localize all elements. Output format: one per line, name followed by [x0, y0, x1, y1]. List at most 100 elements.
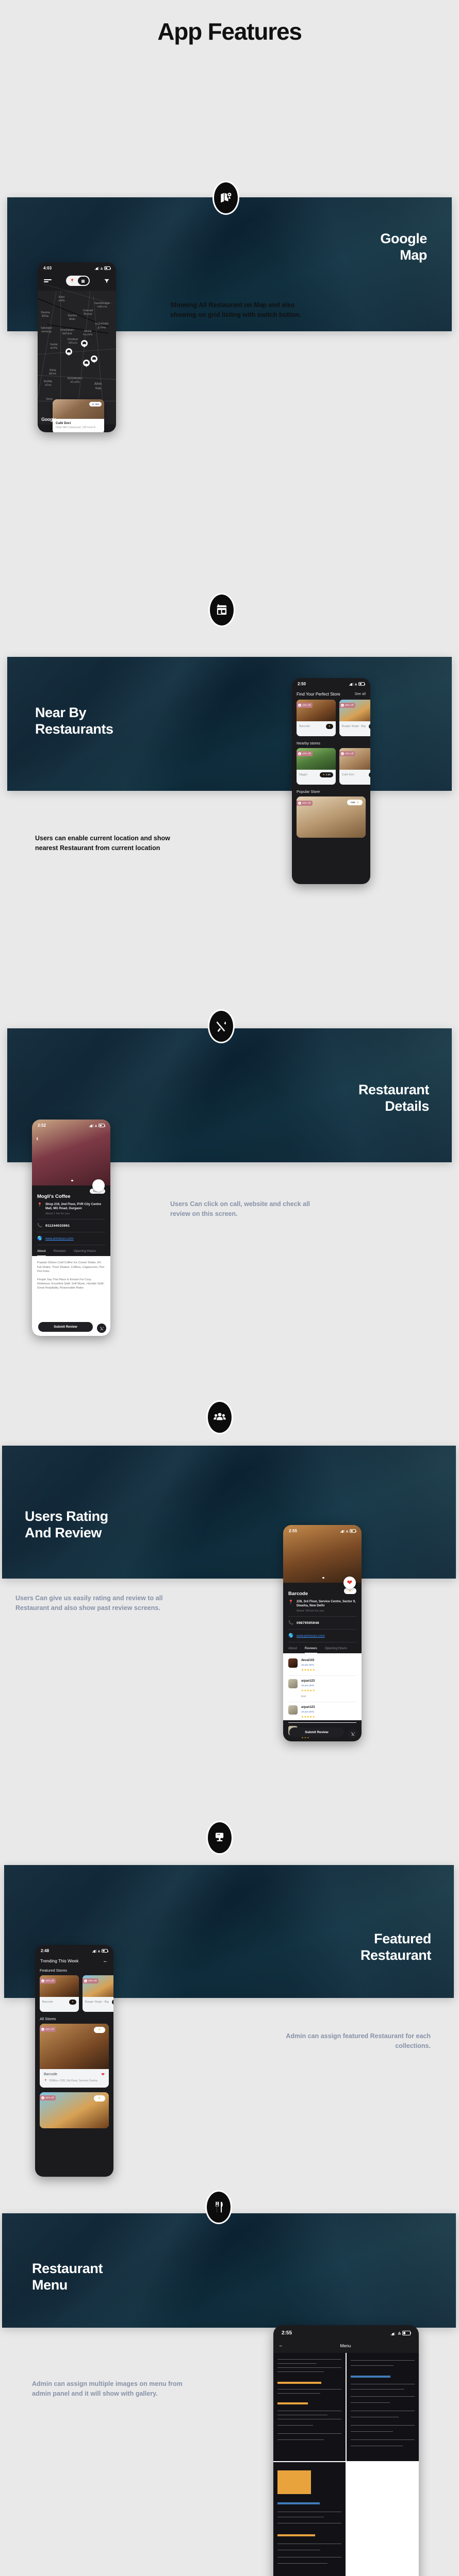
restaurant-card[interactable]: %10% off Barcode ★	[40, 1975, 79, 2012]
carousel-dot	[322, 1577, 324, 1579]
status-time: 2:55	[289, 1529, 297, 1533]
menu-image-tile[interactable]	[273, 2353, 346, 2461]
phone-number[interactable]: 09879595948	[297, 1621, 319, 1625]
status-time: 2:48	[41, 1948, 49, 1953]
menu-icon[interactable]	[44, 279, 52, 282]
map-marker[interactable]	[83, 360, 90, 369]
phone-icon[interactable]: 📞	[288, 1620, 293, 1625]
globe-icon[interactable]: 🌎	[288, 1633, 293, 1638]
featured-cards-row: %10% off Barcode ★ %30% off Burger Singh…	[40, 1975, 109, 2012]
review-date: 19 Jan 1970,	[301, 1710, 315, 1714]
tab-about[interactable]: About	[288, 1647, 297, 1653]
phone-number[interactable]: 911244033961	[45, 1224, 70, 1228]
restaurant-card[interactable]: %30% off Burger Singh - Big ★	[339, 700, 370, 736]
rating-badge: ★2.50	[320, 772, 333, 777]
restaurant-photo: %10% off	[297, 700, 336, 721]
popular-cards-row: %40% off nan★	[297, 796, 366, 838]
restaurant-list-card[interactable]: %30% off ★	[40, 2092, 109, 2128]
tab-reviews[interactable]: Reviews	[54, 1249, 66, 1256]
card-footer: Barcode ❤ 📍760Km • 228, 3rd Floor, Servi…	[40, 2069, 109, 2088]
menu-image-tile[interactable]	[273, 2462, 346, 2576]
review-user: arpan123	[301, 1679, 315, 1684]
website-link[interactable]: www.primocys.com/	[297, 1634, 325, 1638]
restaurant-card[interactable]: %10% off Diggin ★2.50	[297, 748, 336, 785]
map-label: Gandhinagarગાંધીનગર	[94, 302, 110, 309]
favorite-icon[interactable]: ♡	[92, 1179, 105, 1192]
restaurant-card[interactable]: %10% off Barcode ★	[297, 700, 336, 736]
filter-icon[interactable]	[104, 278, 110, 284]
map-label: Sabaspurસાબસપુર	[41, 327, 52, 333]
website-link[interactable]: www.primocys.com/	[45, 1237, 74, 1241]
toggle-list-view[interactable]: ▦	[78, 277, 89, 285]
restaurant-name: Café Dori	[56, 421, 101, 425]
tab-opening-hours[interactable]: Opening Hours	[325, 1647, 347, 1653]
submit-review-button[interactable]: Submit Review	[38, 1322, 93, 1332]
section-heading-nearby: Nearby stores	[297, 741, 366, 745]
divider	[288, 1629, 356, 1630]
feature-title-users-rating: Users Rating And Review	[25, 1509, 231, 1541]
map-marker[interactable]	[81, 340, 88, 349]
map-marker[interactable]	[91, 355, 97, 365]
menu-image-tile[interactable]	[347, 2353, 419, 2461]
feature-title-near-by: Near By Restaurants	[35, 705, 210, 738]
tab-reviews[interactable]: Reviews	[305, 1647, 317, 1653]
offer-badge: %30% off	[339, 703, 355, 708]
map-restaurant-card[interactable]: ★nan Café Dori Dhan Mill Compound, 100 F…	[53, 399, 104, 432]
feature-title-restaurant-details: Restaurant Details	[254, 1082, 429, 1115]
restaurant-name: Burger Singh - Big	[85, 2001, 109, 2004]
featured-screen: Featured Stores %10% off Barcode ★ %30% …	[35, 1968, 113, 2128]
about-paragraph: People Say This Place Is Known For Cosy …	[37, 1278, 105, 1291]
map-canvas[interactable]: Kalolકલોલ Sherisaશેરીસા Sherthaશેરથા Uva…	[38, 291, 116, 425]
restaurant-list-card[interactable]: %10% off ★ Barcode ❤ 📍760Km • 228, 3rd F…	[40, 2024, 109, 2088]
back-arrow-icon[interactable]: ←	[278, 2343, 284, 2348]
battery-icon	[104, 266, 110, 270]
map-label: Shela	[46, 398, 53, 401]
google-logo: Google	[41, 417, 56, 422]
map-marker[interactable]	[65, 348, 72, 358]
website-row[interactable]: 🌎 www.primocys.com/	[37, 1236, 105, 1241]
phone-mockup-users-rating: 2:55 ▵ ❤ Barcode ★ 📍 228, 3rd Floor, Ser…	[283, 1525, 362, 1741]
status-icons: ▵	[92, 1949, 108, 1953]
phone-row[interactable]: 📞 911244033961	[37, 1223, 105, 1228]
fork-spoon-fab-icon[interactable]	[97, 1324, 106, 1333]
details-body: Mogli's Coffee 3.25★ 📍 Shop 219, 2nd Flo…	[32, 1185, 110, 1256]
fork-knife-icon	[205, 2190, 232, 2224]
avatar	[288, 1679, 298, 1688]
tab-about[interactable]: About	[37, 1249, 46, 1256]
rating-badge: ★	[69, 1999, 76, 2005]
map-label: Adalajઅડાલજ	[83, 330, 92, 336]
restaurant-card[interactable]: %40% off Café Dori ★	[339, 748, 370, 785]
restaurant-address: Shop 219, 2nd Floor, PVR City Centre Mal…	[45, 1202, 105, 1211]
fork-spoon-fab-icon[interactable]	[348, 1729, 357, 1738]
website-row[interactable]: 🌎 www.primocys.com/	[288, 1633, 356, 1638]
tab-bar: About Reviews Opening Hours	[37, 1249, 105, 1256]
favorite-icon[interactable]: ❤	[343, 1577, 356, 1589]
status-bar: 2:50 ▵	[292, 678, 370, 688]
review-date: 19 Jan 1970,	[301, 1684, 315, 1688]
review-user: deval143	[301, 1658, 315, 1663]
rating-badge: ★	[369, 724, 370, 729]
back-arrow-icon[interactable]: ←	[103, 1958, 108, 1964]
map-label: Sherthaશેરથા	[68, 314, 77, 321]
feature-description-featured-restaurant: Admin can assign featured Restaurant for…	[253, 2031, 431, 2051]
restaurant-card[interactable]: %40% off nan★	[297, 796, 366, 838]
restaurant-card[interactable]: %30% off Burger Singh - Big ★	[83, 1975, 113, 2012]
restaurant-name: Barcode	[288, 1591, 308, 1597]
see-all-link[interactable]: See all	[355, 692, 366, 696]
rating-pill: nan★	[347, 800, 363, 805]
screen-title: Menu	[284, 2343, 407, 2348]
phone-row[interactable]: 📞 09879595948	[288, 1620, 356, 1625]
status-icons: ▵	[391, 2331, 411, 2336]
featured-cards-row: %10% off Barcode ★ %30% off Burger Singh…	[297, 700, 366, 736]
globe-icon[interactable]: 🌎	[37, 1236, 42, 1241]
submit-review-button[interactable]: Submit Review	[289, 1727, 344, 1737]
screen-title: Find Your Perfect Store	[297, 692, 340, 697]
location-pin-icon: 📍	[37, 1202, 42, 1215]
phone-icon[interactable]: 📞	[37, 1223, 42, 1228]
favorite-icon[interactable]: ❤	[101, 2072, 105, 2077]
back-icon[interactable]: ‹	[36, 1134, 39, 1142]
view-toggle[interactable]: 📍 ▦	[66, 276, 90, 286]
rating-badge: ★	[326, 724, 333, 729]
tab-opening-hours[interactable]: Opening Hours	[74, 1249, 96, 1256]
toggle-map-view[interactable]: 📍	[67, 277, 78, 285]
